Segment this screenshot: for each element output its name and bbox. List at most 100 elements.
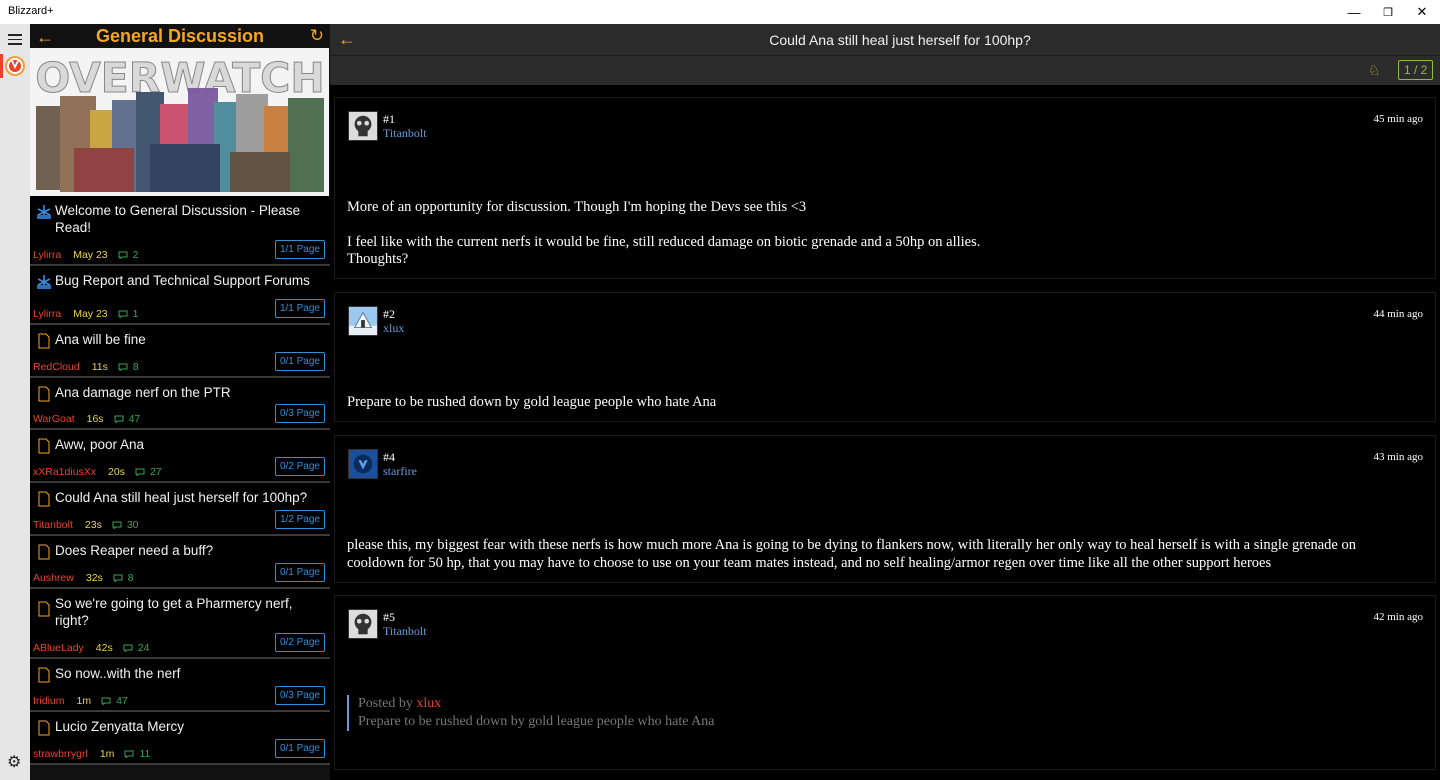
thread-title: Does Reaper need a buff? <box>55 543 214 558</box>
gear-icon[interactable]: ⚙ <box>7 752 21 772</box>
thread-list: Welcome to General Discussion - Please R… <box>30 196 330 765</box>
post: #4 starfire 43 min ago please this, my b… <box>334 435 1436 583</box>
skull-avatar[interactable] <box>348 111 378 141</box>
quote-prefix: Posted by <box>358 696 413 711</box>
post-paragraph: I feel like with the current nerfs it wo… <box>347 233 981 268</box>
post: #5 Titanbolt 42 min ago Posted by xlux P… <box>334 595 1436 770</box>
post-quote: Posted by xlux Prepare to be rushed down… <box>347 695 715 731</box>
page-button[interactable]: 0/1 Page <box>274 563 325 582</box>
close-button[interactable]: ✕ <box>1405 0 1439 24</box>
document-icon <box>38 491 50 507</box>
thread-author[interactable]: ABlueLady <box>33 642 84 654</box>
reply-count: 47 <box>101 695 128 707</box>
document-icon <box>38 601 50 617</box>
post-author[interactable]: Titanbolt <box>383 624 427 639</box>
thread-author[interactable]: strawbrrygrl <box>33 748 88 760</box>
thread-author[interactable]: Aushrew <box>33 572 74 584</box>
bell-icon[interactable]: ♘ <box>1368 62 1381 79</box>
page-button[interactable]: 0/3 Page <box>274 404 325 423</box>
post-paragraph: More of an opportunity for discussion. T… <box>347 199 807 215</box>
thread-item[interactable]: Aww, poor Ana xXRa1diusXx 20s 27 0/2 Pag… <box>30 430 330 483</box>
thread-meta: Titanbolt 23s 30 <box>33 519 139 531</box>
post-author[interactable]: Titanbolt <box>383 126 427 141</box>
thread-title: So we're going to get a Pharmercy nerf, … <box>55 596 293 628</box>
thread-item[interactable]: So now..with the nerf Iridium 1m 47 0/3 … <box>30 659 330 712</box>
forum-pane: ← General Discussion ↻ OVERWATCH Welcome… <box>30 24 330 780</box>
thread-item[interactable]: Does Reaper need a buff? Aushrew 32s 8 0… <box>30 536 330 589</box>
thread-item[interactable]: Ana will be fine RedCloud 11s 8 0/1 Page <box>30 325 330 378</box>
thread-item[interactable]: Ana damage nerf on the PTR WarGoat 16s 4… <box>30 378 330 430</box>
page-button[interactable]: 0/2 Page <box>274 633 325 652</box>
blue-emblem-avatar[interactable] <box>348 449 378 479</box>
post-body: please this, my biggest fear with these … <box>347 537 1405 589</box>
document-icon <box>38 720 50 736</box>
reply-count: 2 <box>118 249 138 261</box>
thread-item[interactable]: So we're going to get a Pharmercy nerf, … <box>30 589 330 659</box>
landscape-avatar[interactable] <box>348 306 378 336</box>
thread-author[interactable]: RedCloud <box>33 361 80 373</box>
thread-author[interactable]: xXRa1diusXx <box>33 466 96 478</box>
thread-item[interactable]: Lucio Zenyatta Mercy strawbrrygrl 1m 11 … <box>30 712 330 765</box>
document-icon <box>38 333 50 349</box>
comment-icon <box>101 697 111 705</box>
post-paragraph: Prepare to be rushed down by gold league… <box>347 394 717 410</box>
nav-rail: ⚙ <box>0 24 30 780</box>
thread-author[interactable]: WarGoat <box>33 413 75 425</box>
thread-title: Ana will be fine <box>55 332 146 347</box>
reply-count: 24 <box>123 642 149 654</box>
restore-button[interactable]: ❐ <box>1371 0 1405 24</box>
thread-time: 32s <box>85 572 103 584</box>
document-icon <box>38 386 50 402</box>
thread-title: Aww, poor Ana <box>55 437 145 452</box>
topic-title: Could Ana still heal just herself for 10… <box>769 32 1031 48</box>
thread-item[interactable]: Welcome to General Discussion - Please R… <box>30 196 330 266</box>
refresh-icon[interactable]: ↻ <box>310 26 324 46</box>
thread-meta: xXRa1diusXx 20s 27 <box>33 466 162 478</box>
page-indicator[interactable]: 1 / 2 <box>1398 60 1434 80</box>
thread-title: Welcome to General Discussion - Please R… <box>55 203 301 235</box>
thread-meta: Lylirra May 23 1 <box>33 308 138 320</box>
window-titlebar: Blizzard+ — ❐ ✕ <box>0 0 1440 24</box>
thread-author[interactable]: Lylirra <box>33 308 61 320</box>
thread-author[interactable]: Lylirra <box>33 249 61 261</box>
overwatch-banner: OVERWATCH <box>30 48 329 196</box>
thread-title: Lucio Zenyatta Mercy <box>55 719 185 734</box>
page-button[interactable]: 1/2 Page <box>274 510 325 529</box>
reply-count: 8 <box>113 572 134 584</box>
quote-header: Posted by xlux <box>358 695 715 713</box>
overwatch-logo-icon[interactable] <box>3 54 27 78</box>
thread-meta: Iridium 1m 47 <box>33 695 128 707</box>
page-button[interactable]: 1/1 Page <box>274 240 325 259</box>
hamburger-icon[interactable] <box>8 34 22 48</box>
thread-time: 20s <box>108 466 125 478</box>
post-number: #1 <box>383 112 395 126</box>
comment-icon <box>123 644 133 652</box>
thread-author[interactable]: Iridium <box>33 695 65 707</box>
thread-time: 16s <box>86 413 104 425</box>
page-button[interactable]: 0/3 Page <box>274 686 325 705</box>
thread-item[interactable]: Could Ana still heal just herself for 10… <box>30 483 330 536</box>
post-body: Prepare to be rushed down by gold league… <box>347 394 1405 429</box>
comment-icon <box>135 468 145 476</box>
comment-icon <box>118 251 128 259</box>
page-button[interactable]: 0/2 Page <box>274 457 325 476</box>
post-time: 44 min ago <box>1373 308 1424 320</box>
page-button[interactable]: 1/1 Page <box>274 299 325 318</box>
reply-count: 30 <box>112 519 139 531</box>
reply-count: 1 <box>118 308 138 320</box>
post-author[interactable]: xlux <box>383 321 404 336</box>
post-author[interactable]: starfire <box>383 464 417 479</box>
thread-title: So now..with the nerf <box>55 666 181 681</box>
comment-icon <box>112 521 122 529</box>
thread-author[interactable]: Titanbolt <box>33 519 73 531</box>
skull-avatar[interactable] <box>348 609 378 639</box>
topic-toolbar: ♘ 1 / 2 <box>330 55 1440 85</box>
thread-meta: strawbrrygrl 1m 11 <box>33 748 150 760</box>
page-button[interactable]: 0/1 Page <box>274 739 325 758</box>
thread-item[interactable]: Bug Report and Technical Support Forums … <box>30 266 330 325</box>
minimize-button[interactable]: — <box>1337 0 1371 24</box>
quote-author[interactable]: xlux <box>416 696 441 711</box>
page-button[interactable]: 0/1 Page <box>274 352 325 371</box>
comment-icon <box>114 415 124 423</box>
reply-count: 27 <box>135 466 162 478</box>
